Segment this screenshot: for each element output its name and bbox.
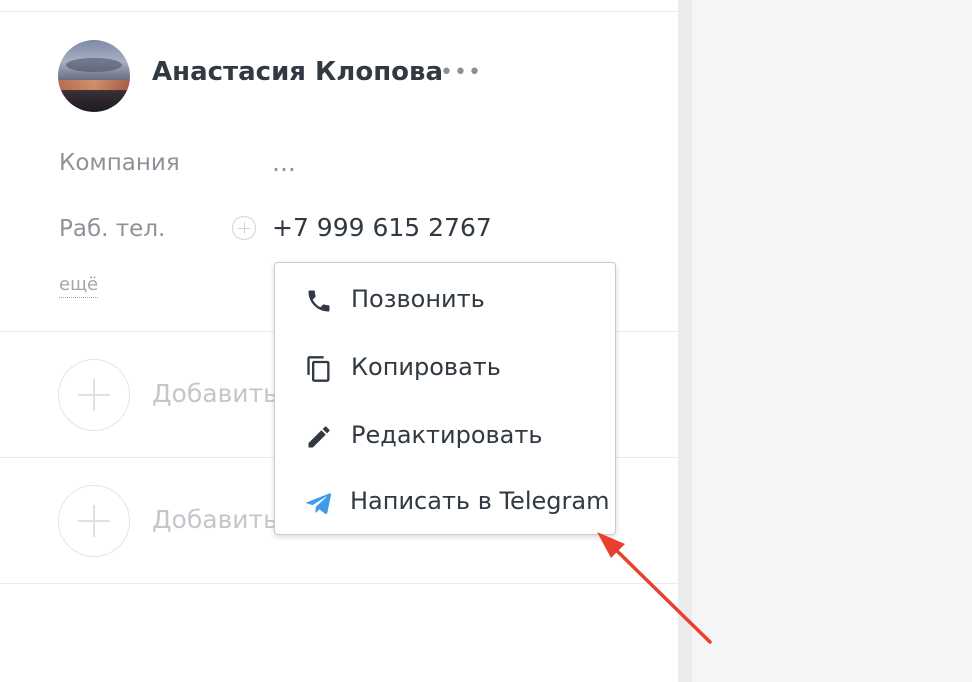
pencil-icon [308, 426, 330, 448]
avatar[interactable] [58, 40, 130, 112]
scrollbar[interactable] [678, 0, 692, 682]
menu-item-copy[interactable]: Копировать [275, 337, 615, 397]
divider [0, 11, 678, 12]
avatar-image-detail [66, 58, 122, 72]
add-row-label[interactable]: Добавить [152, 379, 278, 408]
company-label: Компания [59, 150, 180, 176]
menu-item-label: Копировать [351, 353, 501, 381]
menu-item-label: Редактировать [351, 421, 543, 449]
phone-context-menu: Позвонить Копировать Редактировать Напис… [274, 262, 616, 535]
phone-value[interactable]: +7 999 615 2767 [272, 213, 492, 242]
menu-item-edit[interactable]: Редактировать [275, 405, 615, 465]
add-row-label[interactable]: Добавить [152, 505, 278, 534]
menu-item-label: Написать в Telegram [350, 487, 610, 515]
copy-icon [307, 356, 330, 382]
menu-item-telegram[interactable]: Написать в Telegram [275, 471, 615, 531]
telegram-icon [305, 493, 332, 515]
contact-name: Анастасия Клопова [152, 57, 444, 87]
avatar-image-detail [58, 80, 130, 90]
divider [0, 583, 678, 584]
add-circle-icon[interactable] [58, 359, 130, 431]
right-empty-area [692, 0, 972, 682]
show-more-link[interactable]: ещё [59, 273, 99, 298]
menu-item-call[interactable]: Позвонить [275, 269, 615, 329]
company-value[interactable]: ... [272, 148, 296, 177]
menu-item-label: Позвонить [351, 285, 485, 313]
phone-icon [308, 290, 330, 312]
phone-label: Раб. тел. [59, 216, 166, 242]
add-phone-icon[interactable] [232, 216, 256, 240]
add-circle-icon[interactable] [58, 485, 130, 557]
more-options-icon[interactable]: ••• [440, 62, 482, 84]
